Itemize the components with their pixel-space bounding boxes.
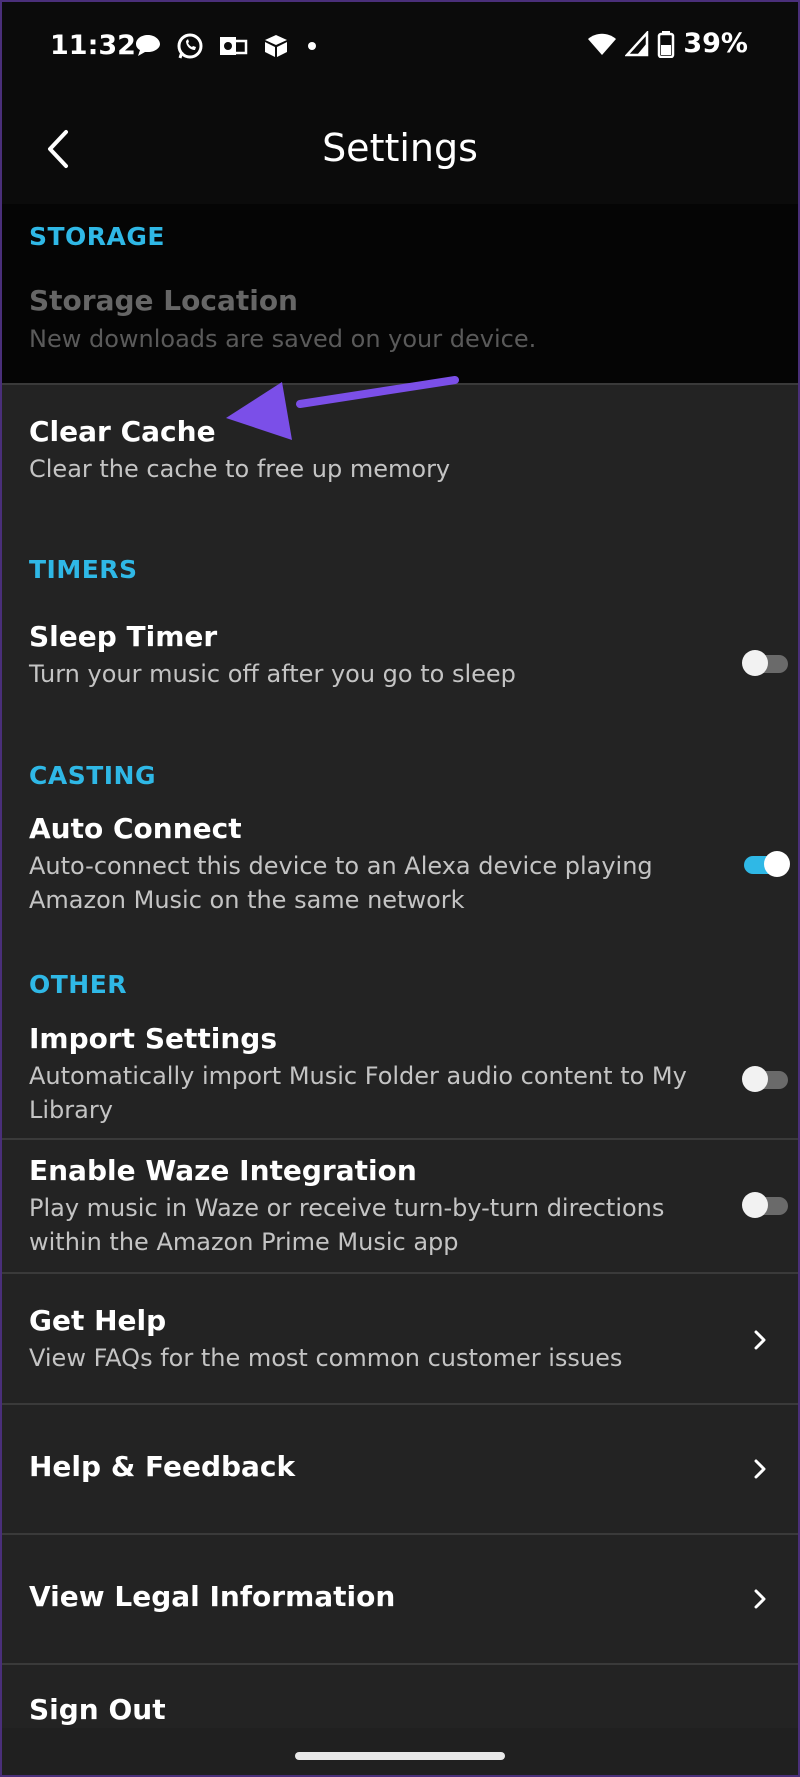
legal-title: View Legal Information <box>29 1580 396 1613</box>
chevron-right-icon <box>754 1589 766 1609</box>
whatsapp-icon <box>177 33 203 59</box>
section-title-storage: STORAGE <box>29 222 166 251</box>
battery-percent: 39% <box>683 28 748 59</box>
dot-icon <box>308 42 316 50</box>
auto-connect-subtitle: Auto-connect this device to an Alexa dev… <box>29 852 653 914</box>
toggle-knob <box>742 650 768 676</box>
import-settings-row[interactable]: Import Settings Automatically import Mus… <box>0 1016 800 1138</box>
storage-section: STORAGE Storage Location New downloads a… <box>0 204 800 384</box>
signal-icon <box>625 30 649 56</box>
help-feedback-row[interactable]: Help & Feedback <box>0 1405 800 1533</box>
clear-cache-title: Clear Cache <box>29 415 216 448</box>
auto-connect-toggle[interactable] <box>744 851 790 877</box>
toggle-knob <box>742 1192 768 1218</box>
battery-icon <box>658 30 675 58</box>
help-feedback-title: Help & Feedback <box>29 1450 296 1483</box>
sleep-timer-subtitle: Turn your music off after you go to slee… <box>29 660 516 688</box>
import-settings-title: Import Settings <box>29 1022 277 1055</box>
section-title-casting: CASTING <box>29 761 156 790</box>
auto-connect-row[interactable]: Auto Connect Auto-connect this device to… <box>0 806 800 916</box>
waze-row[interactable]: Enable Waze Integration Play music in Wa… <box>0 1140 800 1272</box>
sleep-timer-row[interactable]: Sleep Timer Turn your music off after yo… <box>0 610 800 700</box>
section-title-timers: TIMERS <box>29 555 138 584</box>
chat-bubble-icon <box>136 35 160 56</box>
waze-subtitle: Play music in Waze or receive turn-by-tu… <box>29 1194 665 1256</box>
outlook-icon <box>220 37 248 55</box>
get-help-subtitle: View FAQs for the most common customer i… <box>29 1344 623 1372</box>
sign-out-row[interactable]: Sign Out <box>0 1665 800 1728</box>
sleep-timer-title: Sleep Timer <box>29 620 218 653</box>
auto-connect-title: Auto Connect <box>29 812 242 845</box>
clear-cache-row[interactable]: Clear Cache Clear the cache to free up m… <box>0 385 800 505</box>
waze-title: Enable Waze Integration <box>29 1154 417 1187</box>
import-settings-toggle[interactable] <box>742 1066 788 1092</box>
wifi-icon <box>588 33 617 55</box>
home-indicator[interactable] <box>295 1752 505 1760</box>
get-help-row[interactable]: Get Help View FAQs for the most common c… <box>0 1274 800 1404</box>
storage-location-subtitle: New downloads are saved on your device. <box>29 325 537 353</box>
clear-cache-subtitle: Clear the cache to free up memory <box>29 455 451 483</box>
notification-icons <box>134 32 320 60</box>
status-right: 39% <box>587 28 748 59</box>
page-title: Settings <box>322 126 478 170</box>
waze-toggle[interactable] <box>742 1192 788 1218</box>
legal-row[interactable]: View Legal Information <box>0 1535 800 1663</box>
get-help-title: Get Help <box>29 1304 167 1337</box>
storage-location-title: Storage Location <box>29 284 298 317</box>
import-settings-subtitle: Automatically import Music Folder audio … <box>29 1062 687 1124</box>
status-bar: 11:32 39% <box>0 0 800 96</box>
toggle-knob <box>742 1066 768 1092</box>
section-title-other: OTHER <box>29 970 128 999</box>
toggle-knob <box>764 851 790 877</box>
box-app-icon <box>265 35 287 57</box>
status-time: 11:32 <box>50 30 136 61</box>
chevron-right-icon <box>754 1459 766 1479</box>
chevron-right-icon <box>754 1330 766 1350</box>
app-header: Settings <box>0 96 800 204</box>
sign-out-title: Sign Out <box>29 1693 166 1726</box>
sleep-timer-toggle[interactable] <box>742 650 788 676</box>
